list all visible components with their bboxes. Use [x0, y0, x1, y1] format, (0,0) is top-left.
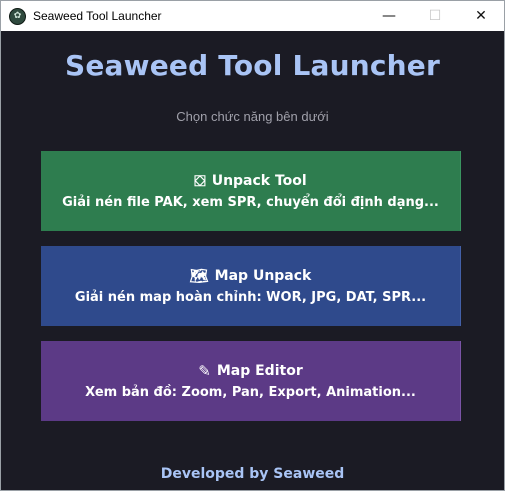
- app-logo-icon: ✿: [9, 7, 26, 25]
- map-editor-description: Xem bản đồ: Zoom, Pan, Export, Animation…: [85, 385, 416, 400]
- unpack-tool-title: Unpack Tool: [211, 173, 307, 189]
- close-button[interactable]: ✕: [458, 1, 504, 31]
- footer-credit: Developed by Seaweed: [160, 466, 345, 482]
- maximize-button: ☐: [428, 8, 442, 24]
- map-editor-button[interactable]: ✎ Map Editor Xem bản đồ: Zoom, Pan, Expo…: [41, 341, 461, 421]
- unpack-tool-heading: ⛋ Unpack Tool: [194, 172, 306, 190]
- map-editor-heading: ✎ Map Editor: [198, 362, 302, 380]
- page-title: Seaweed Tool Launcher: [64, 49, 441, 82]
- unpack-tool-description: Giải nén file PAK, xem SPR, chuyển đổi đ…: [62, 195, 439, 210]
- package-icon: ⛋: [194, 172, 206, 190]
- map-unpack-button[interactable]: 🗺 Map Unpack Giải nén map hoàn chỉnh: WO…: [41, 246, 461, 326]
- map-unpack-title: Map Unpack: [214, 268, 312, 284]
- map-icon: 🗺: [189, 267, 209, 285]
- window-title: Seaweed Tool Launcher: [33, 9, 162, 23]
- minimize-button[interactable]: —: [366, 1, 412, 31]
- window-controls: — ☐ ✕: [366, 1, 504, 31]
- app-window: ✿ Seaweed Tool Launcher — ☐ ✕ Seaweed To…: [0, 0, 505, 491]
- unpack-tool-button[interactable]: ⛋ Unpack Tool Giải nén file PAK, xem SPR…: [41, 151, 461, 231]
- map-editor-title: Map Editor: [216, 363, 303, 379]
- map-unpack-description: Giải nén map hoàn chỉnh: WOR, JPG, DAT, …: [74, 290, 427, 305]
- title-bar[interactable]: ✿ Seaweed Tool Launcher — ☐ ✕: [1, 1, 504, 31]
- map-unpack-heading: 🗺 Map Unpack: [190, 267, 312, 285]
- pencil-icon: ✎: [198, 362, 211, 380]
- page-subtitle: Chọn chức năng bên dưới: [176, 109, 329, 124]
